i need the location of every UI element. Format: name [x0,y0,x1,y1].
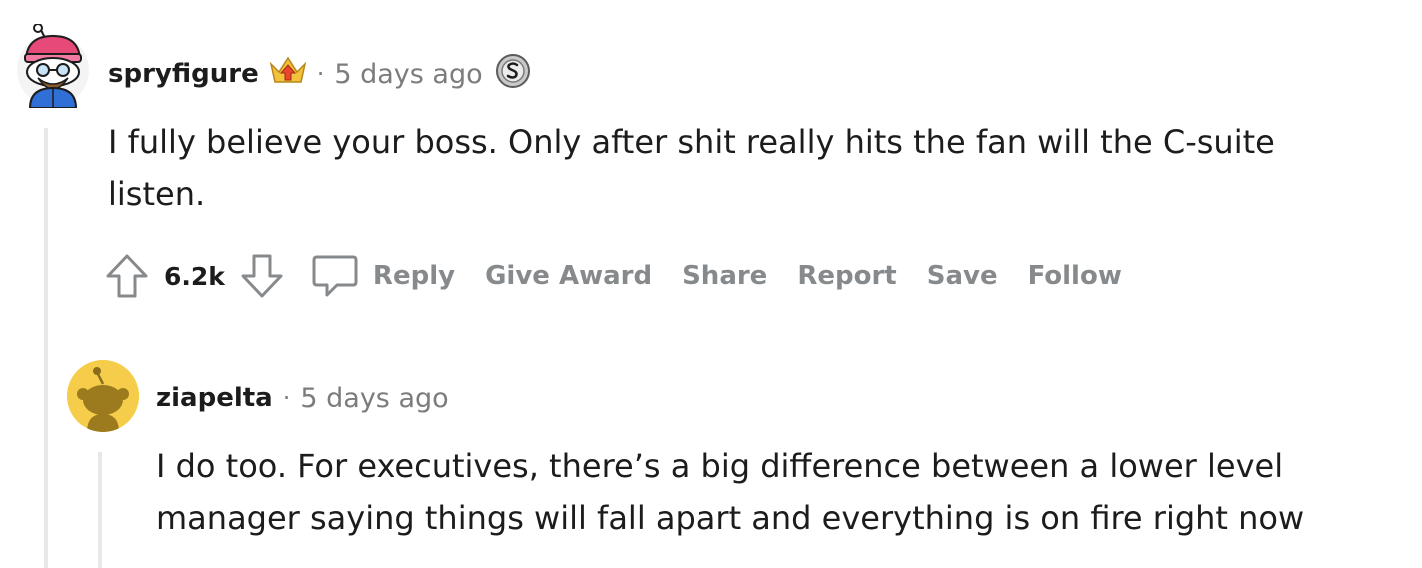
comment-header: spryfigure · 5 days ago [108,52,531,96]
give-award-button[interactable]: Give Award [485,261,652,291]
comment-thread: spryfigure · 5 days ago I fully believe … [0,0,1422,568]
upvote-button[interactable] [102,249,152,303]
save-button[interactable]: Save [927,261,998,291]
reply-label: Reply [372,261,456,291]
timestamp[interactable]: 5 days ago [334,59,482,90]
silver-award-icon[interactable] [495,53,531,96]
downvote-button[interactable] [237,249,287,303]
thread-line-reply[interactable] [98,452,102,568]
separator-dot: · [282,384,291,412]
default-snoo-avatar-icon [67,360,139,432]
reply-button[interactable]: Reply [311,253,455,299]
avatar[interactable] [16,23,90,109]
flair-upvote-badge-icon [269,56,307,93]
vote-score: 6.2k [164,261,225,291]
avatar[interactable] [67,360,139,432]
thread-line[interactable] [44,128,48,568]
share-button[interactable]: Share [682,261,767,291]
comment-actions: 6.2k Reply Give Award Share Report Save … [102,246,1122,306]
snoo-avatar-icon [17,23,89,109]
comment-header: ziapelta · 5 days ago [156,376,449,420]
downvote-arrow-icon [241,254,283,298]
report-button[interactable]: Report [797,261,896,291]
username[interactable]: ziapelta [156,383,273,413]
comment-body: I fully believe your boss. Only after sh… [108,123,1275,213]
comment-bubble-icon [312,255,358,297]
comment-body: I do too. For executives, there’s a big … [156,447,1305,537]
upvote-arrow-icon [106,254,148,298]
username[interactable]: spryfigure [108,59,259,89]
timestamp[interactable]: 5 days ago [300,383,448,414]
separator-dot: · [316,60,325,88]
follow-button[interactable]: Follow [1028,261,1122,291]
